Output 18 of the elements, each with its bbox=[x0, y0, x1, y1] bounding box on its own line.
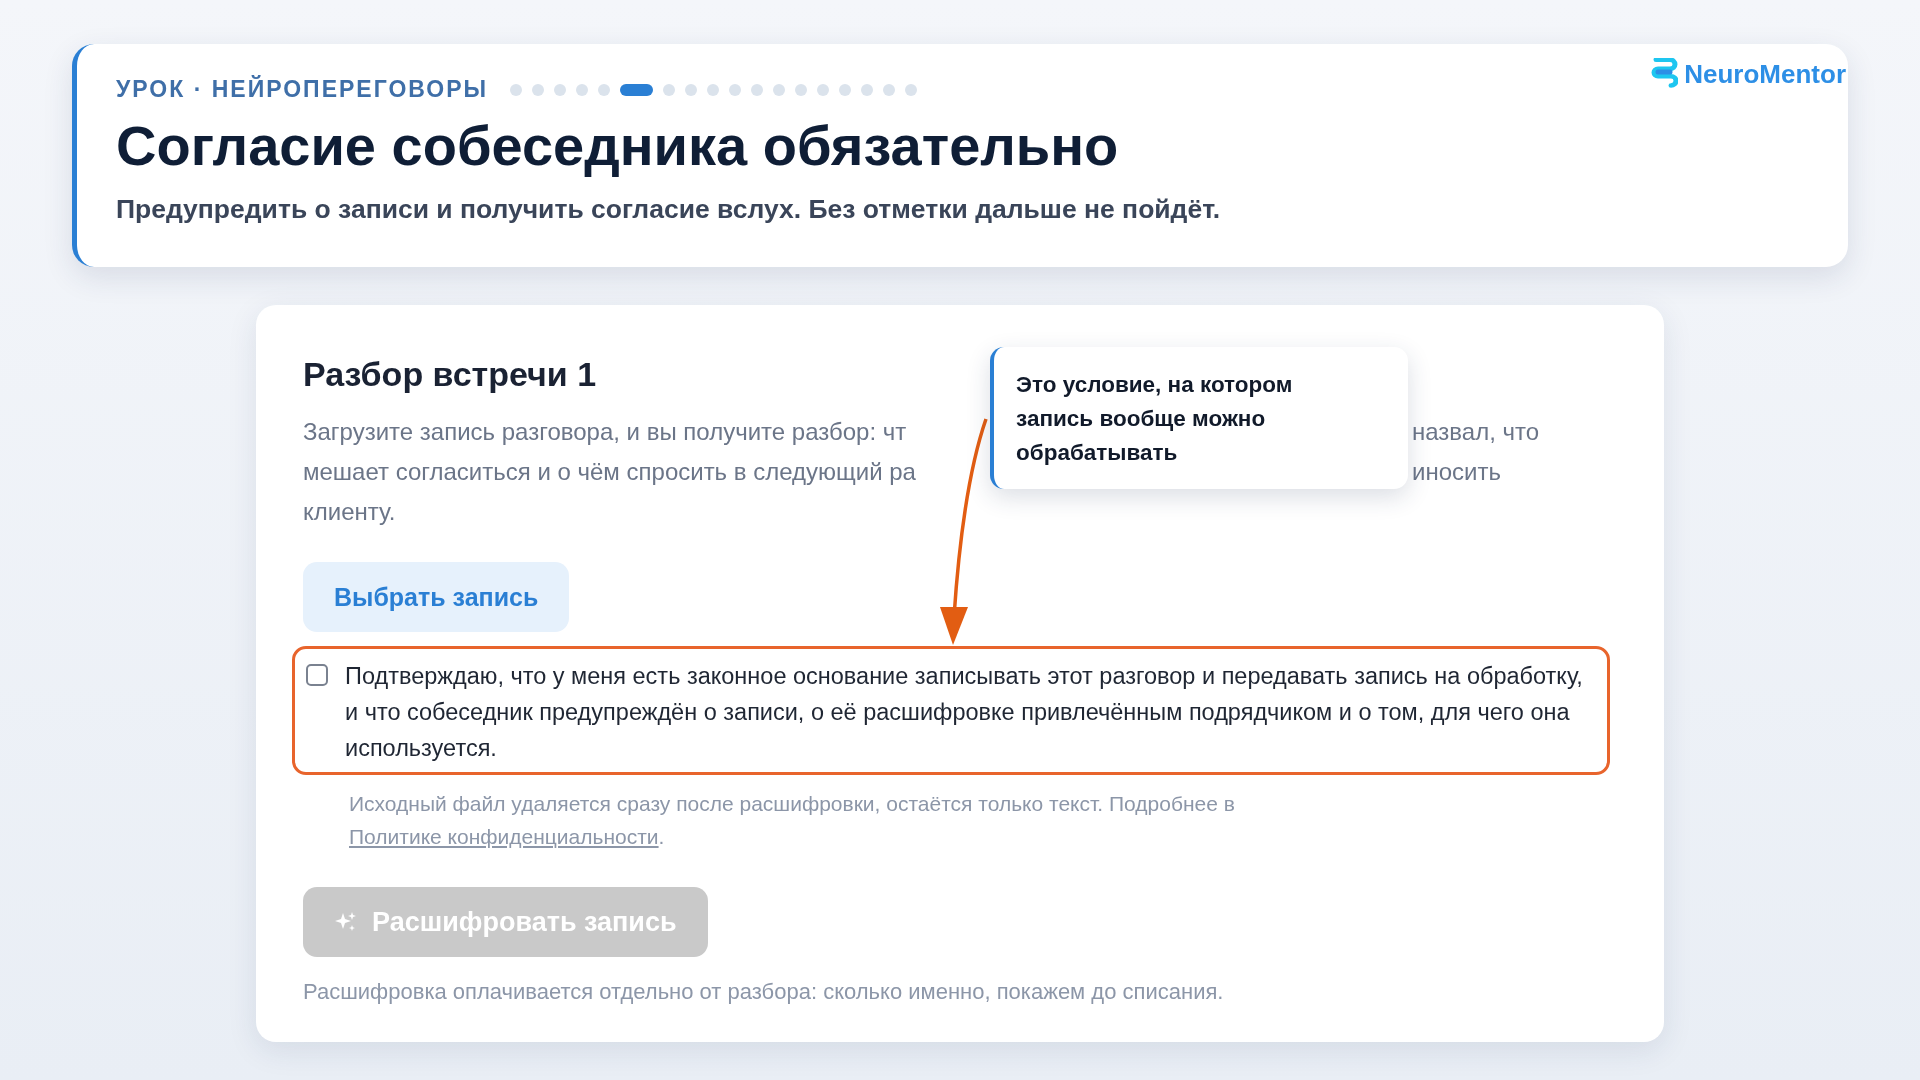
consent-checkbox[interactable] bbox=[306, 664, 328, 686]
lesson-title: Согласие собеседника обязательно bbox=[116, 113, 1120, 178]
card-title: Разбор встречи 1 bbox=[303, 355, 597, 394]
pricing-note: Расшифровка оплачивается отдельно от разбора: сколько именно, покажем до списания. bbox=[303, 979, 1225, 1005]
consent-label: Подтверждаю, что у меня есть законное основание записывать этот разговор и передавать запись на обработку, и что собеседник предупреждён о записи, о её расшифровке привлечённым подрядчиком и о том, для чего она используется. bbox=[345, 662, 1584, 763]
description-text: мешает согласиться и о чём спросить в следующий ра bbox=[303, 457, 916, 487]
description-text: иносить bbox=[1412, 457, 1501, 487]
logo-text: NeuroMentor bbox=[1684, 58, 1846, 90]
description-text: Загрузите запись разговора, и вы получите разбор: чт bbox=[303, 417, 907, 447]
lesson-subtitle: Предупредить о записи и получить согласие вслух. Без отметки дальше не пойдёт. bbox=[116, 194, 1222, 225]
description-text: назвал, что bbox=[1412, 417, 1540, 447]
logo-icon bbox=[1650, 58, 1679, 90]
choose-recording-button[interactable]: Выбрать запись bbox=[303, 562, 570, 632]
callout-tooltip: Это условие, на котором запись вообще можно обрабатывать bbox=[990, 347, 1408, 489]
lesson-label: УРОК · НЕЙРОПЕРЕГОВОРЫ bbox=[116, 76, 489, 103]
privacy-note: Исходный файл удаляется сразу после расшифровки, остаётся только текст. Подробнее в Политике конфиденциальности. bbox=[349, 791, 1236, 850]
privacy-policy-link[interactable]: Политике конфиденциальности bbox=[349, 825, 659, 848]
description-text: клиенту. bbox=[303, 497, 396, 527]
